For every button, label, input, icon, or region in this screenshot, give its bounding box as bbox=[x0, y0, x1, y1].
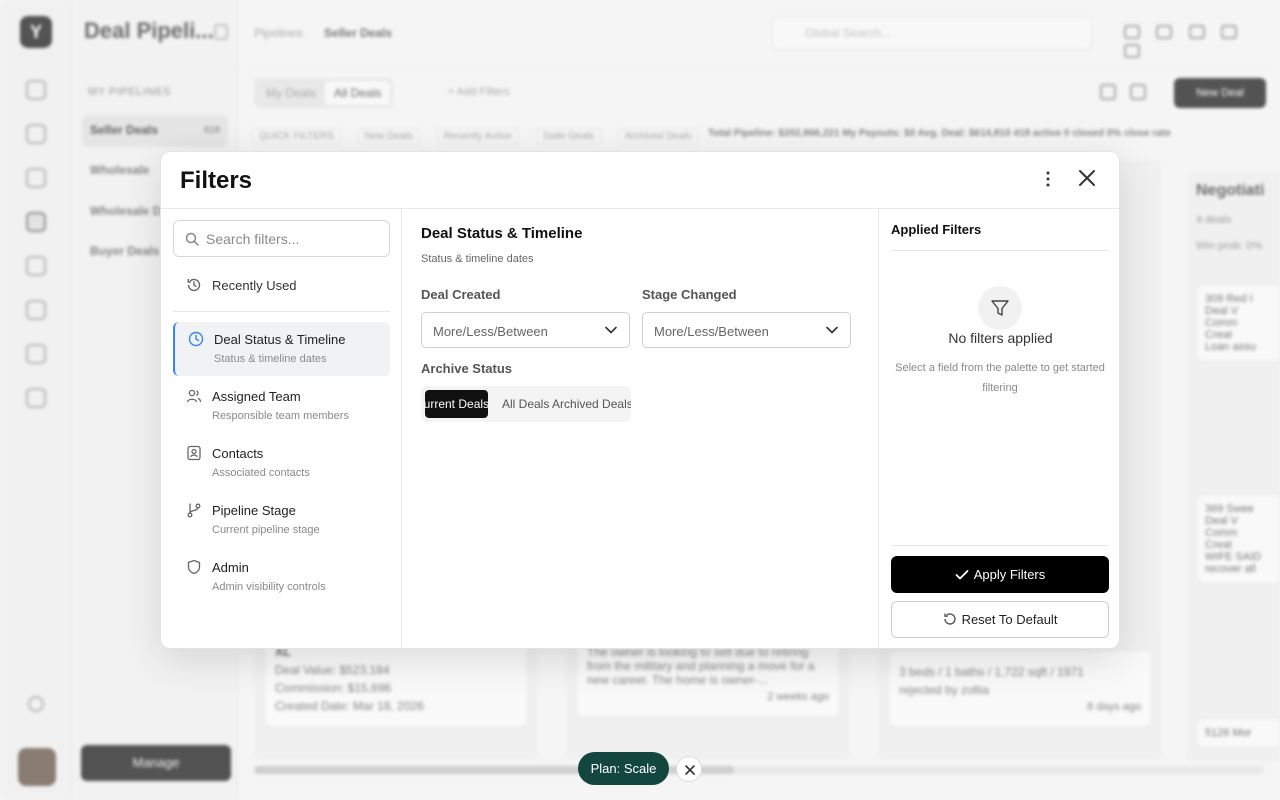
reset-icon bbox=[943, 613, 956, 625]
applied-filters-title: Applied Filters bbox=[891, 222, 982, 237]
category-subtitle: Current pipeline stage bbox=[212, 524, 320, 536]
more-options-icon[interactable] bbox=[1037, 168, 1059, 190]
filters-modal: Filters Recently Used Deal Status & Time… bbox=[160, 151, 1120, 649]
modal-header: Filters bbox=[161, 152, 1119, 209]
stage-changed-value: More/Less/Between bbox=[654, 324, 769, 339]
category-label: Admin bbox=[212, 560, 249, 575]
category-label: Pipeline Stage bbox=[212, 503, 296, 518]
filter-category-assigned-team[interactable]: Assigned Team Responsible team members bbox=[173, 379, 390, 433]
divider bbox=[891, 545, 1109, 546]
chevron-down-icon bbox=[826, 326, 838, 334]
stage-changed-label: Stage Changed bbox=[642, 287, 737, 302]
archive-status-toggle: Current Deals All Deals Archived Deals bbox=[421, 386, 631, 422]
close-icon[interactable] bbox=[1073, 164, 1101, 192]
archive-option-all-and-archived: All Deals Archived Deals bbox=[502, 390, 631, 418]
check-icon bbox=[955, 570, 969, 580]
archive-status-label: Archive Status bbox=[421, 361, 513, 376]
empty-state-title: No filters applied bbox=[948, 330, 1053, 346]
plan-badge[interactable]: Plan: Scale bbox=[578, 752, 669, 785]
recently-used-item[interactable]: Recently Used bbox=[173, 271, 390, 301]
close-icon bbox=[685, 765, 695, 775]
reset-label: Reset To Default bbox=[961, 612, 1058, 627]
apply-filters-label: Apply Filters bbox=[973, 567, 1046, 582]
stage-changed-select[interactable]: More/Less/Between bbox=[642, 312, 851, 348]
category-label: Contacts bbox=[212, 446, 264, 461]
shield-icon bbox=[187, 559, 201, 575]
filter-category-contacts[interactable]: Contacts Associated contacts bbox=[173, 436, 390, 490]
filter-search-input[interactable] bbox=[206, 222, 384, 255]
divider bbox=[891, 250, 1109, 251]
chevron-down-icon bbox=[605, 326, 617, 334]
search-icon bbox=[185, 232, 199, 246]
category-subtitle: Associated contacts bbox=[212, 467, 310, 479]
users-icon bbox=[186, 389, 202, 403]
archive-option-archived[interactable]: Archived Deals bbox=[552, 397, 631, 411]
applied-filters-panel: Applied Filters No filters applied Selec… bbox=[878, 209, 1119, 648]
filter-search-field[interactable] bbox=[173, 220, 390, 257]
archive-option-current[interactable]: Current Deals bbox=[425, 390, 488, 418]
git-branch-icon bbox=[187, 503, 201, 518]
filter-category-pipeline-stage[interactable]: Pipeline Stage Current pipeline stage bbox=[173, 493, 390, 547]
deal-created-label: Deal Created bbox=[421, 287, 501, 302]
empty-state-icon-wrap bbox=[978, 286, 1022, 330]
category-subtitle: Admin visibility controls bbox=[212, 581, 326, 593]
filter-palette: Recently Used Deal Status & Timeline Sta… bbox=[161, 209, 402, 648]
recently-used-label: Recently Used bbox=[212, 278, 297, 293]
empty-state-text: Select a field from the palette to get s… bbox=[895, 362, 1105, 394]
divider bbox=[173, 311, 390, 312]
filter-icon bbox=[991, 300, 1009, 316]
history-icon bbox=[187, 278, 201, 292]
section-title: Deal Status & Timeline bbox=[421, 225, 583, 242]
category-subtitle: Status & timeline dates bbox=[214, 353, 327, 365]
deal-created-value: More/Less/Between bbox=[433, 324, 548, 339]
archive-option-all[interactable]: All Deals bbox=[502, 397, 549, 411]
reset-to-default-button[interactable]: Reset To Default bbox=[891, 601, 1109, 638]
category-label: Assigned Team bbox=[212, 389, 301, 404]
deal-created-select[interactable]: More/Less/Between bbox=[421, 312, 630, 348]
modal-title: Filters bbox=[180, 167, 253, 194]
filter-category-admin[interactable]: Admin Admin visibility controls bbox=[173, 550, 390, 604]
apply-filters-button[interactable]: Apply Filters bbox=[891, 556, 1109, 593]
clock-icon bbox=[188, 331, 204, 347]
contact-card-icon bbox=[187, 445, 201, 461]
filter-fields-panel: Deal Status & Timeline Status & timeline… bbox=[402, 209, 878, 648]
category-label: Deal Status & Timeline bbox=[214, 332, 346, 347]
category-subtitle: Responsible team members bbox=[212, 410, 349, 422]
dismiss-plan-button[interactable] bbox=[676, 756, 702, 782]
section-subtitle: Status & timeline dates bbox=[421, 253, 534, 265]
filter-category-deal-status[interactable]: Deal Status & Timeline Status & timeline… bbox=[173, 322, 390, 376]
